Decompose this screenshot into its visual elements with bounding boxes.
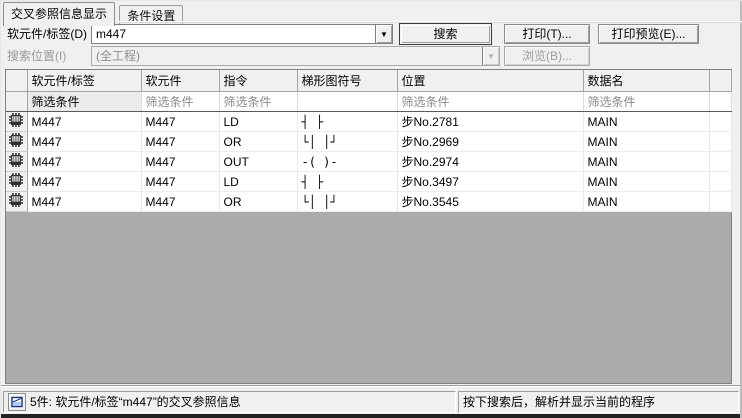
chip-icon bbox=[8, 192, 24, 208]
cell-data-name: MAIN bbox=[583, 172, 709, 192]
browse-button: 浏览(B)... bbox=[504, 46, 590, 66]
cell-device-label: M447 bbox=[27, 112, 141, 132]
cell-empty bbox=[709, 152, 731, 172]
cell-empty bbox=[709, 132, 731, 152]
cell-instruction: OUT bbox=[219, 152, 297, 172]
tab-bar: 交叉参照信息显示 条件设置 bbox=[3, 2, 184, 22]
row-selector-cell[interactable] bbox=[6, 152, 27, 172]
table-row[interactable]: M447M447LD┤ ├步No.2781MAIN bbox=[6, 112, 731, 132]
cell-device-label: M447 bbox=[27, 152, 141, 172]
cell-empty bbox=[709, 172, 731, 192]
cell-device: M447 bbox=[141, 192, 219, 212]
cell-data-name: MAIN bbox=[583, 192, 709, 212]
cell-device-label: M447 bbox=[27, 192, 141, 212]
cell-position: 步No.3497 bbox=[397, 172, 583, 192]
cell-instruction: OR bbox=[219, 132, 297, 152]
search-location-value: (全工程) bbox=[92, 47, 482, 65]
search-location-caption: 搜索位置(I) bbox=[7, 47, 66, 65]
header-position: 位置 bbox=[397, 70, 583, 92]
cell-position: 步No.2969 bbox=[397, 132, 583, 152]
cell-symbol: └│ │┘ bbox=[297, 132, 397, 152]
cell-position: 步No.3545 bbox=[397, 192, 583, 212]
chevron-down-icon: ▼ bbox=[482, 47, 499, 65]
table-row[interactable]: M447M447OR└│ │┘步No.3545MAIN bbox=[6, 192, 731, 212]
chevron-down-icon[interactable]: ▼ bbox=[375, 25, 392, 43]
cell-device: M447 bbox=[141, 172, 219, 192]
results-grid-area: 软元件/标签 软元件 指令 梯形图符号 位置 数据名 筛选条件 筛选条件 筛选条… bbox=[5, 69, 732, 384]
cell-instruction: LD bbox=[219, 112, 297, 132]
window-icon bbox=[8, 393, 26, 411]
row-selector-cell[interactable] bbox=[6, 112, 27, 132]
cell-symbol: ┤ ├ bbox=[297, 172, 397, 192]
device-combobox[interactable]: m447 ▼ bbox=[91, 24, 393, 44]
status-bar: 5件: 软元件/标签“m447”的交叉参照信息 按下搜索后，解析并显示当前的程序 bbox=[1, 390, 742, 414]
filter-position[interactable]: 筛选条件 bbox=[397, 92, 583, 112]
cell-position: 步No.2781 bbox=[397, 112, 583, 132]
chip-icon bbox=[8, 152, 24, 168]
status-hint-text: 按下搜索后，解析并显示当前的程序 bbox=[463, 392, 655, 412]
results-table: 软元件/标签 软元件 指令 梯形图符号 位置 数据名 筛选条件 筛选条件 筛选条… bbox=[6, 70, 732, 212]
grid-body: M447M447LD┤ ├步No.2781MAIN M447M447OR└│ │… bbox=[6, 112, 731, 212]
header-device: 软元件 bbox=[141, 70, 219, 92]
window-bottom-edge bbox=[1, 414, 742, 418]
print-preview-button[interactable]: 打印预览(E)... bbox=[598, 24, 699, 44]
cell-symbol: -( )- bbox=[297, 152, 397, 172]
cell-symbol: ┤ ├ bbox=[297, 112, 397, 132]
row-selector-cell[interactable] bbox=[6, 192, 27, 212]
header-empty bbox=[709, 70, 731, 92]
header-data-name: 数据名 bbox=[583, 70, 709, 92]
filter-empty bbox=[709, 92, 731, 112]
cell-instruction: OR bbox=[219, 192, 297, 212]
cross-reference-window: 交叉参照信息显示 条件设置 软元件/标签(D) m447 ▼ 搜索 打印(T).… bbox=[0, 0, 742, 418]
device-label-caption: 软元件/标签(D) bbox=[7, 25, 87, 43]
status-panel-result: 5件: 软元件/标签“m447”的交叉参照信息 bbox=[3, 391, 456, 413]
status-result-text: 5件: 软元件/标签“m447”的交叉参照信息 bbox=[30, 392, 241, 412]
header-instruction: 指令 bbox=[219, 70, 297, 92]
cell-position: 步No.2974 bbox=[397, 152, 583, 172]
search-location-combobox: (全工程) ▼ bbox=[91, 46, 500, 66]
table-row[interactable]: M447M447LD┤ ├步No.3497MAIN bbox=[6, 172, 731, 192]
cell-device: M447 bbox=[141, 152, 219, 172]
filter-row-selector bbox=[6, 92, 27, 112]
filter-ladder-symbol[interactable] bbox=[297, 92, 397, 112]
filter-row: 筛选条件 筛选条件 筛选条件 筛选条件 筛选条件 bbox=[6, 92, 731, 112]
cell-data-name: MAIN bbox=[583, 152, 709, 172]
cell-device: M447 bbox=[141, 132, 219, 152]
cell-device-label: M447 bbox=[27, 172, 141, 192]
cell-data-name: MAIN bbox=[583, 132, 709, 152]
cell-empty bbox=[709, 192, 731, 212]
tab-cross-reference-display[interactable]: 交叉参照信息显示 bbox=[3, 2, 115, 26]
status-panel-hint: 按下搜索后，解析并显示当前的程序 bbox=[458, 391, 739, 413]
table-row[interactable]: M447M447OUT-( )-步No.2974MAIN bbox=[6, 152, 731, 172]
chip-icon bbox=[8, 132, 24, 148]
table-row[interactable]: M447M447OR└│ │┘步No.2969MAIN bbox=[6, 132, 731, 152]
chip-icon bbox=[8, 172, 24, 188]
header-ladder-symbol: 梯形图符号 bbox=[297, 70, 397, 92]
header-device-label: 软元件/标签 bbox=[27, 70, 141, 92]
cell-data-name: MAIN bbox=[583, 112, 709, 132]
cell-instruction: LD bbox=[219, 172, 297, 192]
print-button[interactable]: 打印(T)... bbox=[504, 24, 590, 44]
cell-symbol: └│ │┘ bbox=[297, 192, 397, 212]
header-row-selector bbox=[6, 70, 27, 92]
filter-device[interactable]: 筛选条件 bbox=[141, 92, 219, 112]
status-groove bbox=[1, 385, 742, 387]
filter-device-label[interactable]: 筛选条件 bbox=[27, 92, 141, 112]
chip-icon bbox=[8, 112, 24, 128]
search-button[interactable]: 搜索 bbox=[399, 23, 492, 45]
header-row: 软元件/标签 软元件 指令 梯形图符号 位置 数据名 bbox=[6, 70, 731, 92]
filter-instruction[interactable]: 筛选条件 bbox=[219, 92, 297, 112]
cell-device-label: M447 bbox=[27, 132, 141, 152]
cell-empty bbox=[709, 112, 731, 132]
cell-device: M447 bbox=[141, 112, 219, 132]
row-selector-cell[interactable] bbox=[6, 172, 27, 192]
filter-data-name[interactable]: 筛选条件 bbox=[583, 92, 709, 112]
device-combobox-value[interactable]: m447 bbox=[92, 25, 375, 43]
row-selector-cell[interactable] bbox=[6, 132, 27, 152]
